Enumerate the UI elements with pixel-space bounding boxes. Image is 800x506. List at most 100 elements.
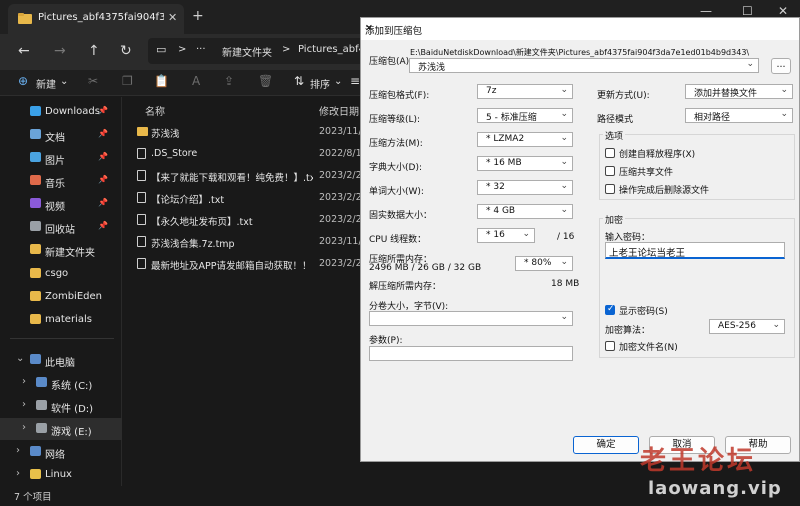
close-icon[interactable]: ✕	[365, 23, 789, 34]
sidebar-item-quick[interactable]: 文档 📌	[0, 124, 122, 146]
show-password-checkbox[interactable]	[605, 304, 615, 315]
share-icon[interactable]: ⇪	[224, 74, 234, 88]
shared-checkbox[interactable]	[605, 166, 615, 176]
sidebar-item-label: Downloads	[45, 106, 100, 117]
archive-name-combo[interactable]: 苏浅浅 ⌄	[409, 58, 759, 73]
format-select[interactable]: 7z ⌄	[477, 84, 573, 99]
level-label: 压缩等级(L):	[369, 115, 421, 125]
delete-source-checkbox[interactable]	[605, 184, 615, 194]
sidebar-item-label: materials	[45, 314, 92, 325]
file-row[interactable]: 【论坛介绍】.txt 2023/2/23	[123, 187, 368, 209]
paste-icon[interactable]: 📋	[154, 74, 169, 88]
word-select[interactable]: * 32 ⌄	[477, 180, 573, 195]
sidebar-item-folder[interactable]: csgo	[0, 263, 122, 285]
update-select[interactable]: 添加并替换文件 ⌄	[685, 84, 793, 99]
encrypt-names-checkbox[interactable]	[605, 341, 615, 351]
file-row[interactable]: 苏浅浅合集.7z.tmp 2023/11/9	[123, 231, 368, 253]
rename-icon[interactable]: A	[192, 74, 200, 88]
new-tab-icon[interactable]: +	[192, 8, 204, 24]
level-select[interactable]: 5 - 标准压缩 ⌄	[477, 108, 573, 123]
view-icon[interactable]: ≡	[350, 74, 360, 88]
column-header-date[interactable]: 修改日期	[319, 103, 359, 118]
up-icon[interactable]: ↑	[88, 43, 100, 59]
chevron-down-icon[interactable]: ⌄	[746, 59, 754, 69]
column-header-name[interactable]: 名称	[145, 103, 165, 118]
mem-percent-select[interactable]: * 80% ⌄	[515, 256, 573, 271]
sidebar-item-quick[interactable]: 音乐 📌	[0, 170, 122, 192]
folder-icon	[18, 13, 32, 24]
chevron-down-icon[interactable]: ⌄	[334, 76, 342, 87]
sidebar-item-folder[interactable]: materials	[0, 309, 122, 331]
sfx-checkbox[interactable]	[605, 148, 615, 158]
folder-icon	[137, 127, 148, 136]
minimize-icon[interactable]: —	[700, 4, 712, 18]
close-window-icon[interactable]: ✕	[778, 4, 788, 18]
update-label: 更新方式(U):	[597, 91, 650, 101]
path-mode-select[interactable]: 相对路径 ⌄	[685, 108, 793, 123]
password-input[interactable]: 上老王论坛当老王	[605, 242, 785, 259]
sidebar-item-quick[interactable]: Downloads 📌	[0, 101, 122, 123]
chevron-right-icon[interactable]: ›	[16, 468, 20, 479]
network-icon	[30, 446, 41, 456]
explorer-tab[interactable]: Pictures_abf4375fai904f3da7e ✕	[8, 4, 184, 34]
address-bar[interactable]: ▭ > ··· 新建文件夹 > Pictures_abf4	[148, 38, 388, 64]
sidebar-item-drive[interactable]: › 系统 (C:)	[0, 372, 122, 394]
enc-method-select[interactable]: AES-256 ⌄	[709, 319, 785, 334]
chevron-right-icon[interactable]: ›	[22, 422, 26, 433]
sidebar-item-label: 此电脑	[45, 358, 75, 369]
more-icon[interactable]: ···	[196, 44, 206, 55]
back-icon[interactable]: ←	[18, 43, 30, 59]
method-select[interactable]: * LZMA2 ⌄	[477, 132, 573, 147]
sidebar-item-quick[interactable]: 视频 📌	[0, 193, 122, 215]
new-button[interactable]: 新建	[36, 76, 56, 91]
forward-icon[interactable]: →	[54, 43, 66, 59]
ok-button[interactable]: 确定	[573, 436, 639, 454]
file-row[interactable]: .DS_Store 2022/8/16	[123, 143, 368, 165]
navigation-pane: Downloads 📌 文档 📌 图片 📌 音乐 📌 视频 📌 回收站 📌 新建文件夹 csgo Zombi…	[0, 97, 122, 487]
delete-icon[interactable]: 🗑	[258, 74, 273, 88]
maximize-icon[interactable]: ☐	[742, 4, 753, 18]
file-row[interactable]: 【来了就能下载和观看！纯免费！】.txt 2023/2/23	[123, 165, 368, 187]
chevron-right-icon[interactable]: ›	[22, 376, 26, 387]
solid-select[interactable]: * 4 GB ⌄	[477, 204, 573, 219]
sidebar-item-quick[interactable]: 回收站 📌	[0, 216, 122, 238]
sidebar-item-linux[interactable]: › Linux	[0, 464, 122, 486]
params-input[interactable]	[369, 346, 573, 361]
sidebar-item-drive[interactable]: › 软件 (D:)	[0, 395, 122, 417]
update-value: 添加并替换文件	[694, 89, 758, 99]
cpu-select[interactable]: * 16 ⌄	[477, 228, 535, 243]
dict-select[interactable]: * 16 MB ⌄	[477, 156, 573, 171]
sort-button[interactable]: 排序	[310, 76, 330, 91]
sidebar-item-quick[interactable]: 图片 📌	[0, 147, 122, 169]
file-name: 【来了就能下载和观看！纯免费！】.txt	[151, 173, 313, 184]
file-list: 名称 修改日期 苏浅浅 2023/11/9 .DS_Store 2022/8/16 【来…	[123, 97, 368, 487]
chevron-right-icon[interactable]: ›	[16, 445, 20, 456]
dialog-title-bar: 添加到压缩包 ✕	[361, 18, 799, 40]
breadcrumb-sep: >	[282, 44, 291, 55]
divider	[10, 338, 114, 339]
chevron-down-icon[interactable]: ⌄	[60, 76, 68, 87]
copy-icon[interactable]: ❐	[122, 74, 133, 88]
path-mode-label: 路径模式	[597, 115, 634, 125]
cut-icon[interactable]: ✂	[88, 74, 98, 88]
breadcrumb-folder[interactable]: 新建文件夹	[222, 44, 272, 59]
sidebar-item-this-pc[interactable]: ⌄ 此电脑	[0, 349, 122, 371]
encryption-label: 加密	[603, 213, 626, 226]
chevron-right-icon[interactable]: ›	[22, 399, 26, 410]
folder-icon	[30, 291, 41, 301]
sidebar-item-drive[interactable]: › 游戏 (E:)	[0, 418, 122, 440]
status-bar: 7 个项目	[0, 486, 360, 506]
tab-close-icon[interactable]: ✕	[168, 11, 177, 24]
browse-button[interactable]: ...	[771, 58, 791, 74]
sidebar-item-folder[interactable]: ZombiEden	[0, 286, 122, 308]
split-select[interactable]: ⌄	[369, 311, 573, 326]
sidebar-item-quick[interactable]: 新建文件夹	[0, 239, 122, 261]
chevron-down-icon[interactable]: ⌄	[16, 353, 24, 364]
file-row[interactable]: 【永久地址发布页】.txt 2023/2/23	[123, 209, 368, 231]
refresh-icon[interactable]: ↻	[120, 43, 132, 59]
sidebar-item-network[interactable]: › 网络	[0, 441, 122, 463]
file-row[interactable]: 苏浅浅 2023/11/9	[123, 121, 368, 143]
file-row[interactable]: 最新地址及APP请发邮箱自动获取！！！... 2023/2/23	[123, 253, 368, 275]
breadcrumb-current[interactable]: Pictures_abf4	[298, 44, 365, 55]
word-value: * 32	[486, 182, 505, 192]
